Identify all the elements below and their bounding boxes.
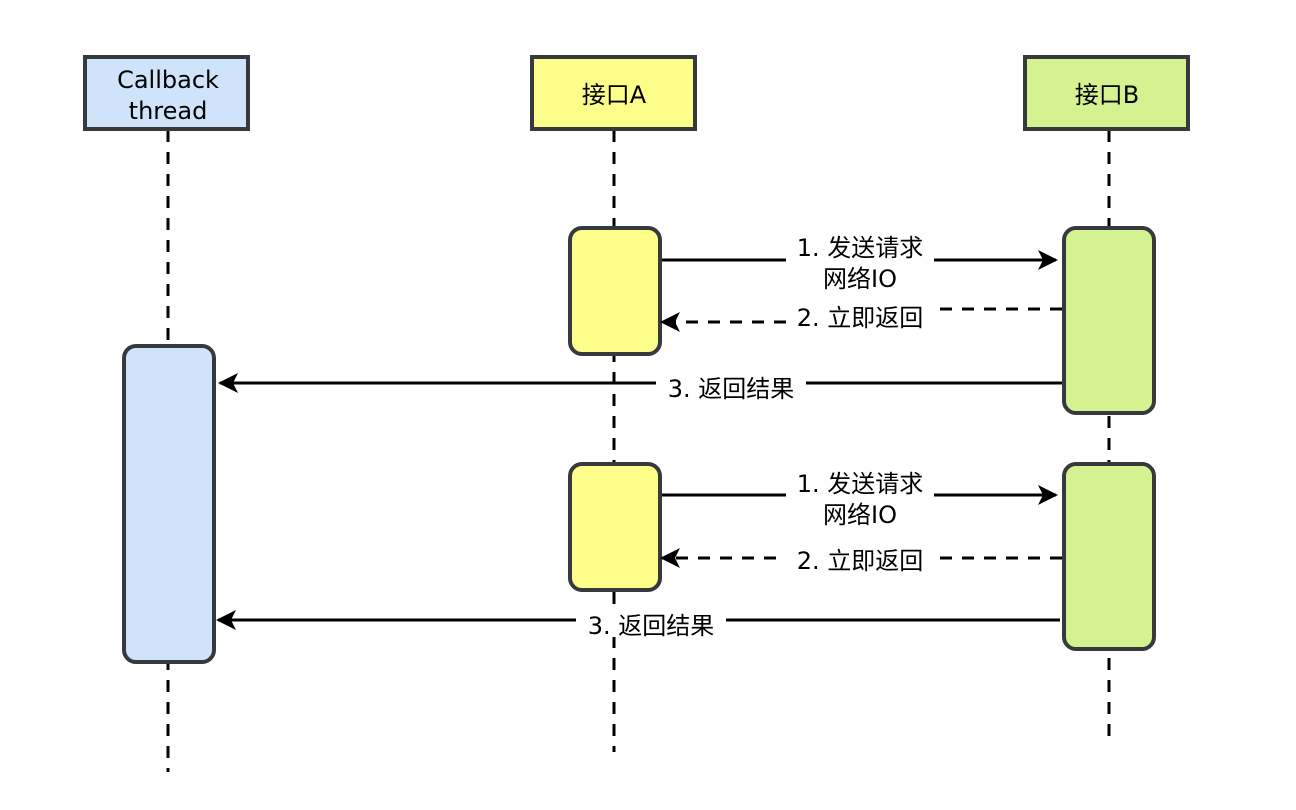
message-label-sub: 网络IO xyxy=(823,501,897,529)
message-immediate-return-1: 2. 立即返回 xyxy=(660,304,1062,332)
participant-b-label: 接口B xyxy=(1075,81,1139,109)
message-immediate-return-2: 2. 立即返回 xyxy=(660,543,1062,575)
message-label: 1. 发送请求 xyxy=(797,470,924,498)
message-label: 2. 立即返回 xyxy=(797,547,924,575)
activation-a-1 xyxy=(568,226,662,356)
activation-callback xyxy=(122,344,216,664)
activation-a-2 xyxy=(568,462,662,592)
message-send-request-1: 1. 发送请求 网络IO xyxy=(662,230,1058,293)
message-label: 1. 发送请求 xyxy=(797,234,924,262)
message-label: 3. 返回结果 xyxy=(588,612,715,640)
message-label: 2. 立即返回 xyxy=(797,304,924,332)
message-return-result-2: 3. 返回结果 xyxy=(216,605,1060,640)
participant-a-label: 接口A xyxy=(582,81,647,109)
participant-callback: Callback thread xyxy=(83,55,250,131)
participant-callback-label-line1: Callback xyxy=(117,66,219,94)
message-label-sub: 网络IO xyxy=(823,265,897,293)
participant-a: 接口A xyxy=(530,55,697,131)
message-label: 3. 返回结果 xyxy=(668,375,795,403)
participant-b: 接口B xyxy=(1023,55,1190,131)
sequence-diagram: Callback thread 接口A 接口B 1. 发送请求 网络IO 2. … xyxy=(83,55,1190,772)
message-return-result-1: 3. 返回结果 xyxy=(218,368,1062,403)
participant-callback-label-line2: thread xyxy=(129,97,208,125)
message-send-request-2: 1. 发送请求 网络IO xyxy=(662,466,1058,529)
activation-b-1 xyxy=(1062,226,1156,415)
activation-b-2 xyxy=(1062,462,1156,651)
